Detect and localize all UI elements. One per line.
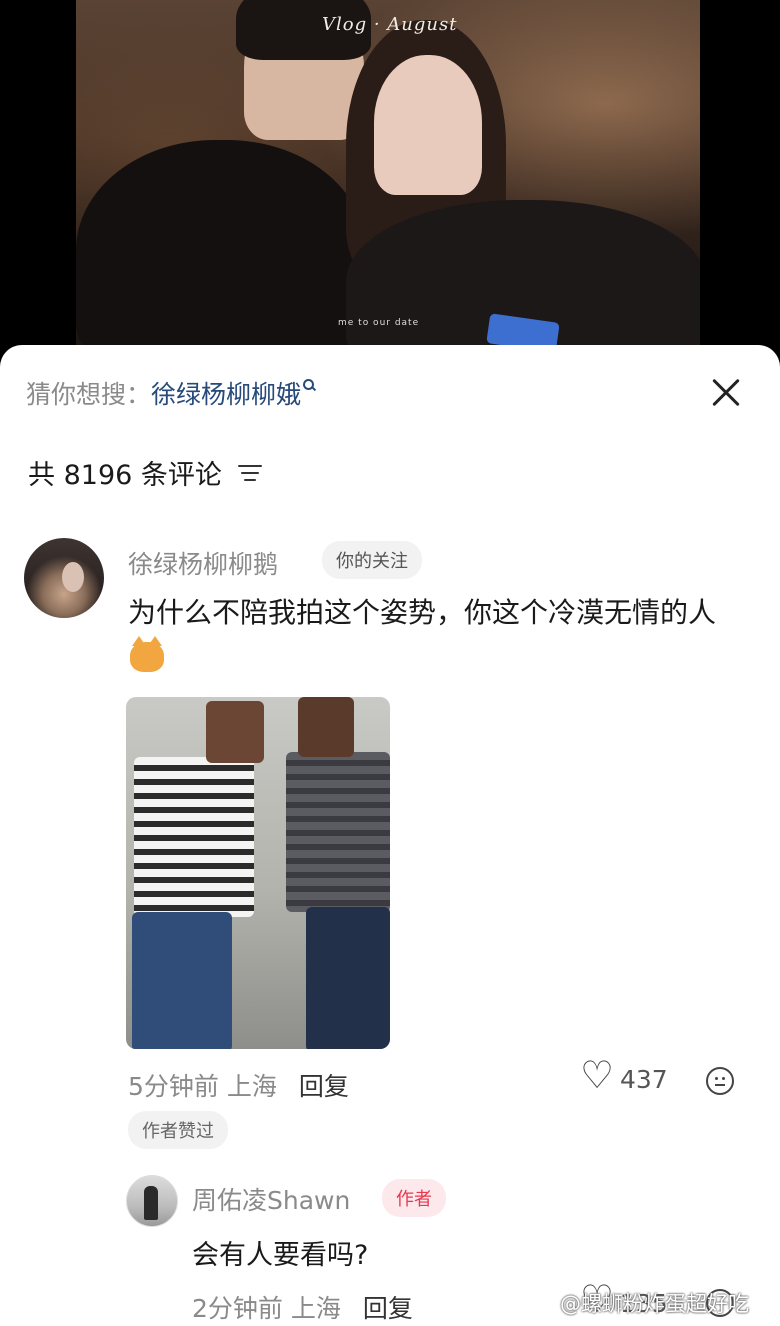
- search-suggestion-term[interactable]: 徐绿杨柳柳娥: [151, 380, 301, 409]
- video-player[interactable]: Vlog · August me to our date: [0, 0, 780, 380]
- comment-text: 为什么不陪我拍这个姿势，你这个冷漠无情的人: [128, 590, 748, 682]
- comment-text-content: 为什么不陪我拍这个姿势，你这个冷漠无情的人: [128, 596, 717, 629]
- author-liked-badge: 作者赞过: [128, 1111, 228, 1149]
- author-badge: 作者: [382, 1179, 446, 1217]
- crying-cat-emoji-icon: [130, 636, 164, 672]
- video-frame[interactable]: Vlog · August me to our date: [76, 0, 700, 345]
- comment-username[interactable]: 徐绿杨柳柳鹅: [128, 545, 278, 581]
- reply-meta: 2分钟前 上海 回复: [192, 1289, 413, 1325]
- following-badge: 你的关注: [322, 541, 422, 579]
- close-icon[interactable]: [706, 373, 746, 413]
- comment-meta: 5分钟前 上海 回复: [128, 1067, 349, 1103]
- reply-username[interactable]: 周佑凌Shawn: [192, 1181, 350, 1217]
- reply-avatar[interactable]: [126, 1175, 178, 1227]
- search-icon: [303, 379, 315, 391]
- sort-icon[interactable]: [237, 463, 262, 483]
- avatar[interactable]: [24, 538, 104, 618]
- video-person-left-body: [76, 140, 366, 345]
- search-suggestion[interactable]: 猜你想搜：徐绿杨柳柳娥: [26, 375, 315, 411]
- comment-sheet: 猜你想搜：徐绿杨柳柳娥 共 8196 条评论 徐绿杨柳柳鹅 你的关注 为什么不陪…: [0, 345, 780, 1326]
- comments-count: 共 8196 条评论: [28, 460, 222, 491]
- search-suggestion-prefix: 猜你想搜：: [26, 380, 152, 409]
- comments-count-row: 共 8196 条评论: [28, 453, 262, 492]
- comment-location: 上海: [226, 1072, 277, 1101]
- like-count: 437: [620, 1065, 668, 1094]
- like-button[interactable]: 437: [580, 1056, 668, 1095]
- video-title-overlay: Vlog · August: [322, 14, 458, 35]
- video-person-right-head: [374, 55, 482, 195]
- reply-button[interactable]: 回复: [299, 1072, 349, 1101]
- comment-image[interactable]: [126, 697, 390, 1049]
- dislike-icon[interactable]: [706, 1067, 734, 1095]
- reply-to-reply-button[interactable]: 回复: [363, 1294, 413, 1323]
- comment-time: 5分钟前: [128, 1072, 219, 1101]
- heart-icon: [580, 1056, 614, 1094]
- reply-text: 会有人要看吗?: [192, 1240, 369, 1271]
- reply-time: 2分钟前: [192, 1294, 283, 1323]
- reply-location: 上海: [290, 1294, 341, 1323]
- watermark: @螺蛳粉炸蛋超好吃: [560, 1292, 749, 1316]
- video-caption: me to our date: [338, 318, 420, 328]
